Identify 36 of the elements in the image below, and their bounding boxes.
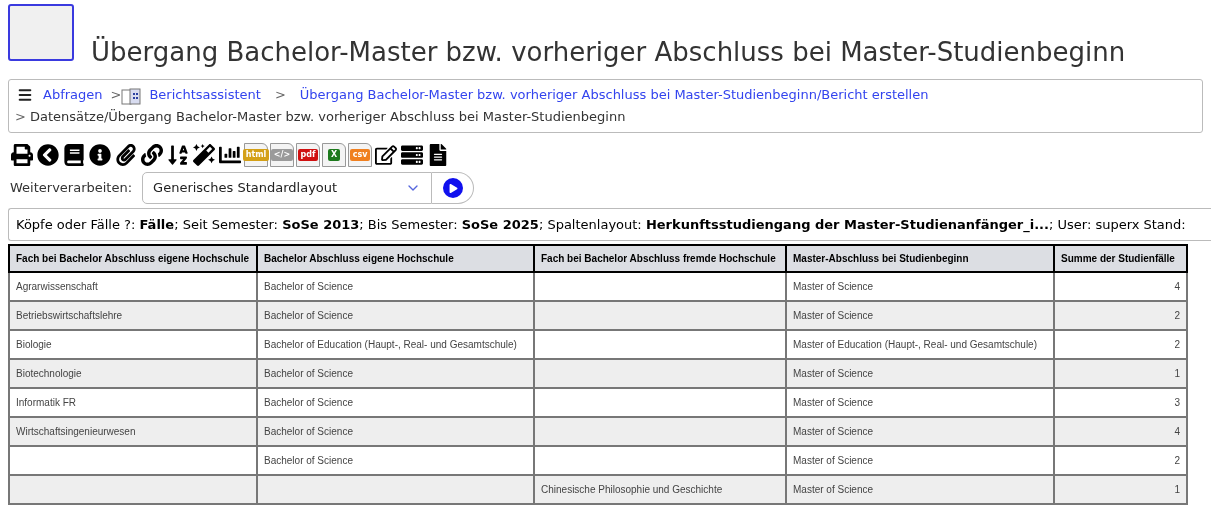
page-title: Übergang Bachelor-Master bzw. vorheriger Abschluss bei Master-Studienbeginn: [91, 35, 1126, 69]
table-cell: Master of Science: [786, 475, 1054, 504]
column-header: Fach bei Bachelor Abschluss eigene Hochschule: [9, 245, 257, 272]
menu-icon[interactable]: [17, 87, 33, 103]
column-header: Bachelor Abschluss eigene Hochschule: [257, 245, 534, 272]
column-header: Master-Abschluss bei Studienbeginn: [786, 245, 1054, 272]
edit-icon[interactable]: [374, 142, 398, 168]
table-cell: 1: [1054, 475, 1187, 504]
breadcrumb-text: Datensätze/Übergang Bachelor-Master bzw. vorheriger Abschluss bei Master-Studienbeginn: [29, 108, 626, 127]
breadcrumb-separator: >: [15, 108, 26, 127]
logo-placeholder: [8, 4, 74, 61]
link-icon[interactable]: [140, 142, 164, 168]
file-export-button[interactable]: X: [322, 143, 346, 167]
print-icon[interactable]: [10, 142, 34, 168]
filter-summary: Köpfe oder Fälle ?: Fälle; Seit Semester: SoSe 2013; Bis Semester: SoSe 2025; Spaltenlayout: Herkunftsstudiengang der Master-Studienanfänger_i...; User: superx Stand:: [16, 215, 1186, 235]
breadcrumb-link[interactable]: Abfragen: [43, 85, 103, 105]
sort-icon[interactable]: [166, 142, 190, 168]
breadcrumb-separator: >: [110, 86, 122, 105]
export-label: Weiterverarbeiten:: [10, 179, 133, 198]
file-export-button[interactable]: </>: [270, 143, 294, 167]
report-icon: [121, 85, 142, 105]
play-icon: [442, 178, 463, 198]
server-icon[interactable]: [400, 142, 424, 168]
file-export-button[interactable]: pdf: [296, 143, 320, 167]
magic-wand-icon[interactable]: [192, 142, 216, 168]
breadcrumb-separator: >: [273, 86, 287, 105]
layout-select[interactable]: Generisches Standardlayout: [142, 172, 433, 204]
book-icon[interactable]: [62, 142, 86, 168]
info-icon[interactable]: [88, 142, 112, 168]
breadcrumb-link[interactable]: Berichtsassistent: [149, 85, 261, 105]
back-icon[interactable]: [36, 142, 60, 168]
paperclip-icon[interactable]: [114, 142, 138, 168]
column-header: Summe der Studienfälle: [1054, 245, 1187, 272]
breadcrumb-link[interactable]: Übergang Bachelor-Master bzw. vorheriger Abschluss bei Master-Studienbeginn/Bericht erstellen: [299, 85, 929, 105]
column-header: Fach bei Bachelor Abschluss fremde Hochschule: [534, 245, 786, 272]
table-cell: Chinesische Philosophie und Geschichte: [534, 475, 786, 504]
